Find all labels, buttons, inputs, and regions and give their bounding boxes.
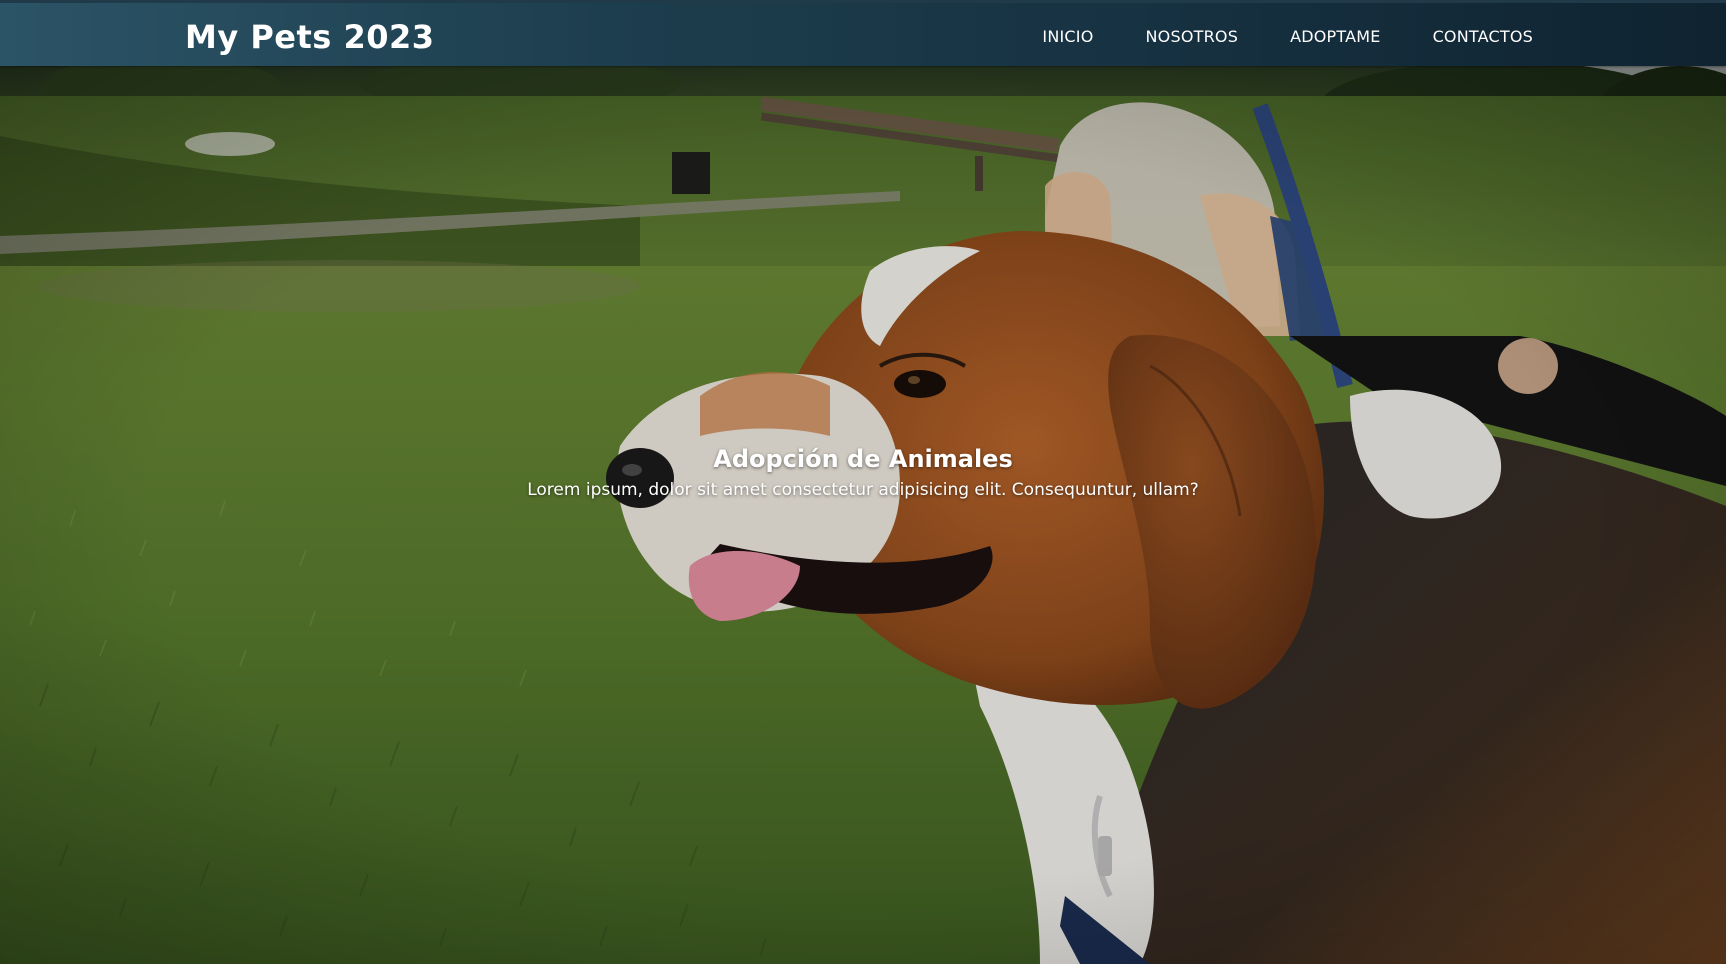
- hero-title: Adopción de Animales: [713, 445, 1013, 473]
- hero-background-image: [0, 66, 1726, 964]
- nav-item-contactos[interactable]: CONTACTOS: [1433, 27, 1533, 46]
- page: My Pets 2023 INICIO NOSOTROS ADOPTAME CO…: [0, 0, 1726, 964]
- hero-subtitle: Lorem ipsum, dolor sit amet consectetur …: [527, 480, 1199, 500]
- main-nav: INICIO NOSOTROS ADOPTAME CONTACTOS: [1042, 3, 1533, 69]
- nav-item-inicio[interactable]: INICIO: [1042, 27, 1093, 46]
- nav-item-adoptame[interactable]: ADOPTAME: [1290, 27, 1381, 46]
- nav-item-nosotros[interactable]: NOSOTROS: [1146, 27, 1239, 46]
- brand-logo[interactable]: My Pets 2023: [185, 18, 435, 56]
- hero-section: Adopción de Animales Lorem ipsum, dolor …: [0, 66, 1726, 964]
- site-header: My Pets 2023 INICIO NOSOTROS ADOPTAME CO…: [0, 0, 1726, 66]
